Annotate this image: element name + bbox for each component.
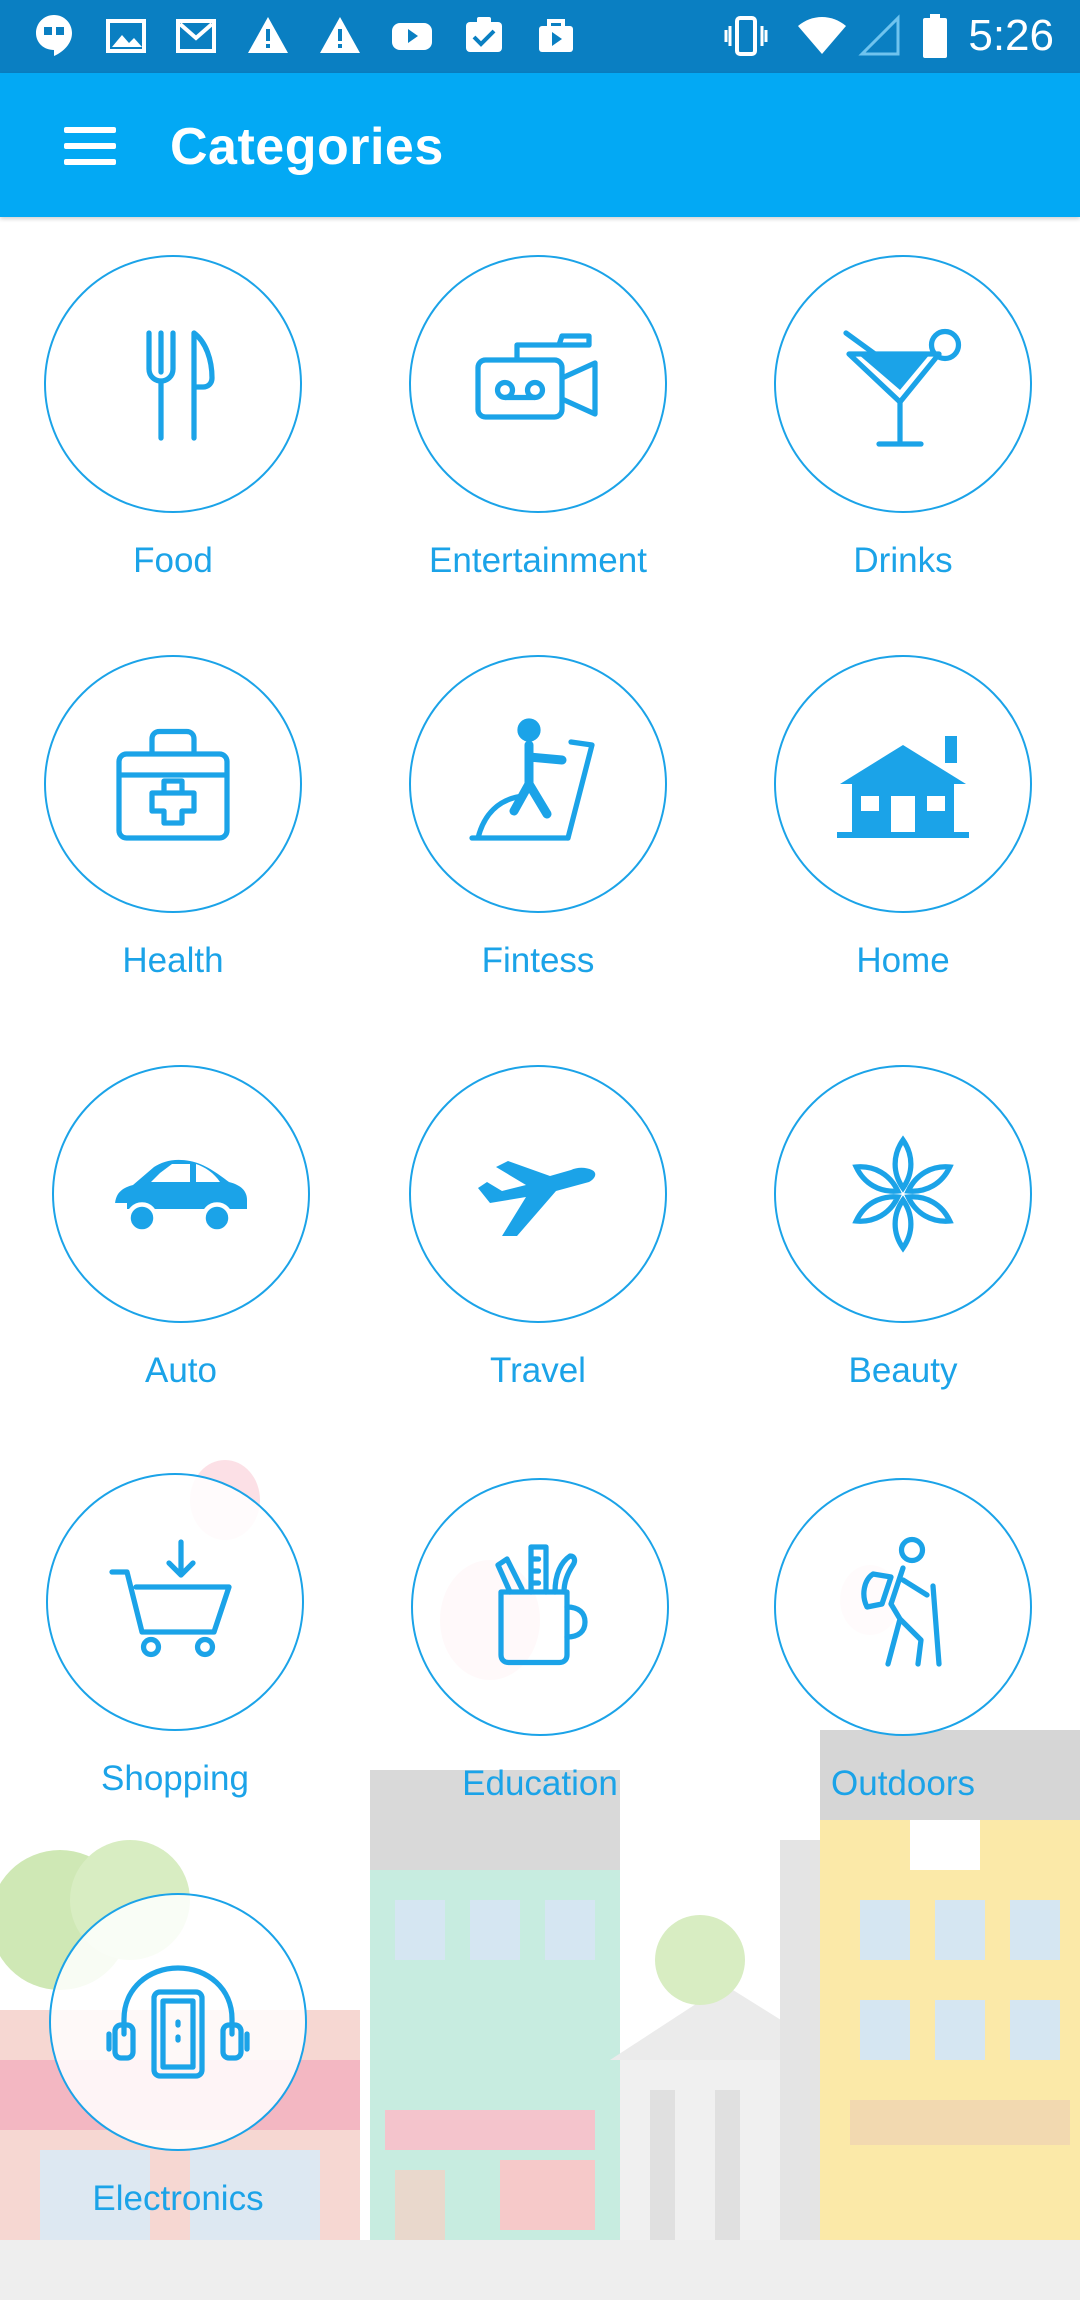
category-label: Travel (490, 1351, 586, 1390)
app-bar: Categories (0, 73, 1080, 217)
category-label: Home (856, 941, 950, 980)
youtube-icon (392, 23, 432, 50)
category-label: Drinks (853, 541, 953, 580)
category-label: Food (133, 541, 213, 580)
vibrate-icon (724, 16, 768, 56)
category-auto[interactable]: Auto (46, 1065, 316, 1415)
category-circle (409, 655, 667, 913)
category-shopping[interactable]: Shopping (40, 1473, 310, 1823)
category-label: Education (462, 1764, 618, 1803)
house-icon (837, 736, 969, 838)
category-label: Outdoors (831, 1764, 975, 1803)
category-health[interactable]: Health (38, 655, 308, 1005)
category-outdoors[interactable]: Outdoors (768, 1478, 1038, 1828)
category-circle (409, 255, 667, 513)
car-icon (115, 1159, 247, 1234)
category-label: Shopping (101, 1759, 249, 1798)
category-home[interactable]: Home (768, 655, 1038, 1005)
category-food[interactable]: Food (38, 255, 308, 605)
status-bar: 5:26 (0, 0, 1080, 73)
category-label: Health (122, 941, 224, 980)
gmail-icon (176, 19, 216, 53)
page-title: Categories (170, 118, 444, 176)
signal-icon (858, 14, 900, 56)
hiker-icon (861, 1536, 942, 1667)
category-drinks[interactable]: Drinks (768, 255, 1038, 605)
fork-knife-icon (146, 330, 215, 441)
wifi-icon (798, 17, 846, 54)
play-store-icon (539, 19, 573, 52)
video-camera-icon (475, 333, 598, 420)
shopping-cart-icon (109, 1539, 232, 1658)
category-circle (46, 1473, 304, 1731)
category-label: Beauty (848, 1351, 958, 1390)
category-circle (44, 255, 302, 513)
category-label: Auto (145, 1351, 217, 1390)
menu-button[interactable] (46, 111, 134, 179)
category-circle (49, 1893, 307, 2151)
clock: 5:26 (968, 11, 1054, 60)
category-label: Fintess (481, 941, 595, 980)
first-aid-kit-icon (116, 728, 230, 841)
category-education[interactable]: Education (405, 1478, 675, 1828)
battery-icon (923, 14, 947, 58)
category-entertainment[interactable]: Entertainment (403, 255, 673, 605)
category-travel[interactable]: Travel (403, 1065, 673, 1415)
treadmill-icon (469, 718, 595, 841)
category-fitness[interactable]: Fintess (403, 655, 673, 1005)
warning-icon (248, 17, 288, 53)
warning-icon (320, 17, 360, 53)
category-electronics[interactable]: Electronics (43, 1893, 313, 2243)
pencil-cup-icon (495, 1544, 588, 1666)
category-label: Entertainment (429, 541, 647, 580)
category-circle (774, 1065, 1032, 1323)
flower-icon (852, 1135, 954, 1253)
hangouts-icon (36, 15, 72, 56)
cocktail-icon (843, 328, 962, 447)
clipboard-check-icon (466, 17, 502, 52)
airplane-icon (478, 1161, 596, 1236)
category-label: Electronics (92, 2179, 264, 2218)
category-circle (774, 255, 1032, 513)
category-circle (52, 1065, 310, 1323)
image-icon (106, 19, 146, 53)
category-circle (411, 1478, 669, 1736)
category-circle (774, 655, 1032, 913)
category-circle (774, 1478, 1032, 1736)
category-circle (409, 1065, 667, 1323)
category-circle (44, 655, 302, 913)
category-beauty[interactable]: Beauty (768, 1065, 1038, 1415)
headphones-phone-icon (106, 1965, 250, 2079)
